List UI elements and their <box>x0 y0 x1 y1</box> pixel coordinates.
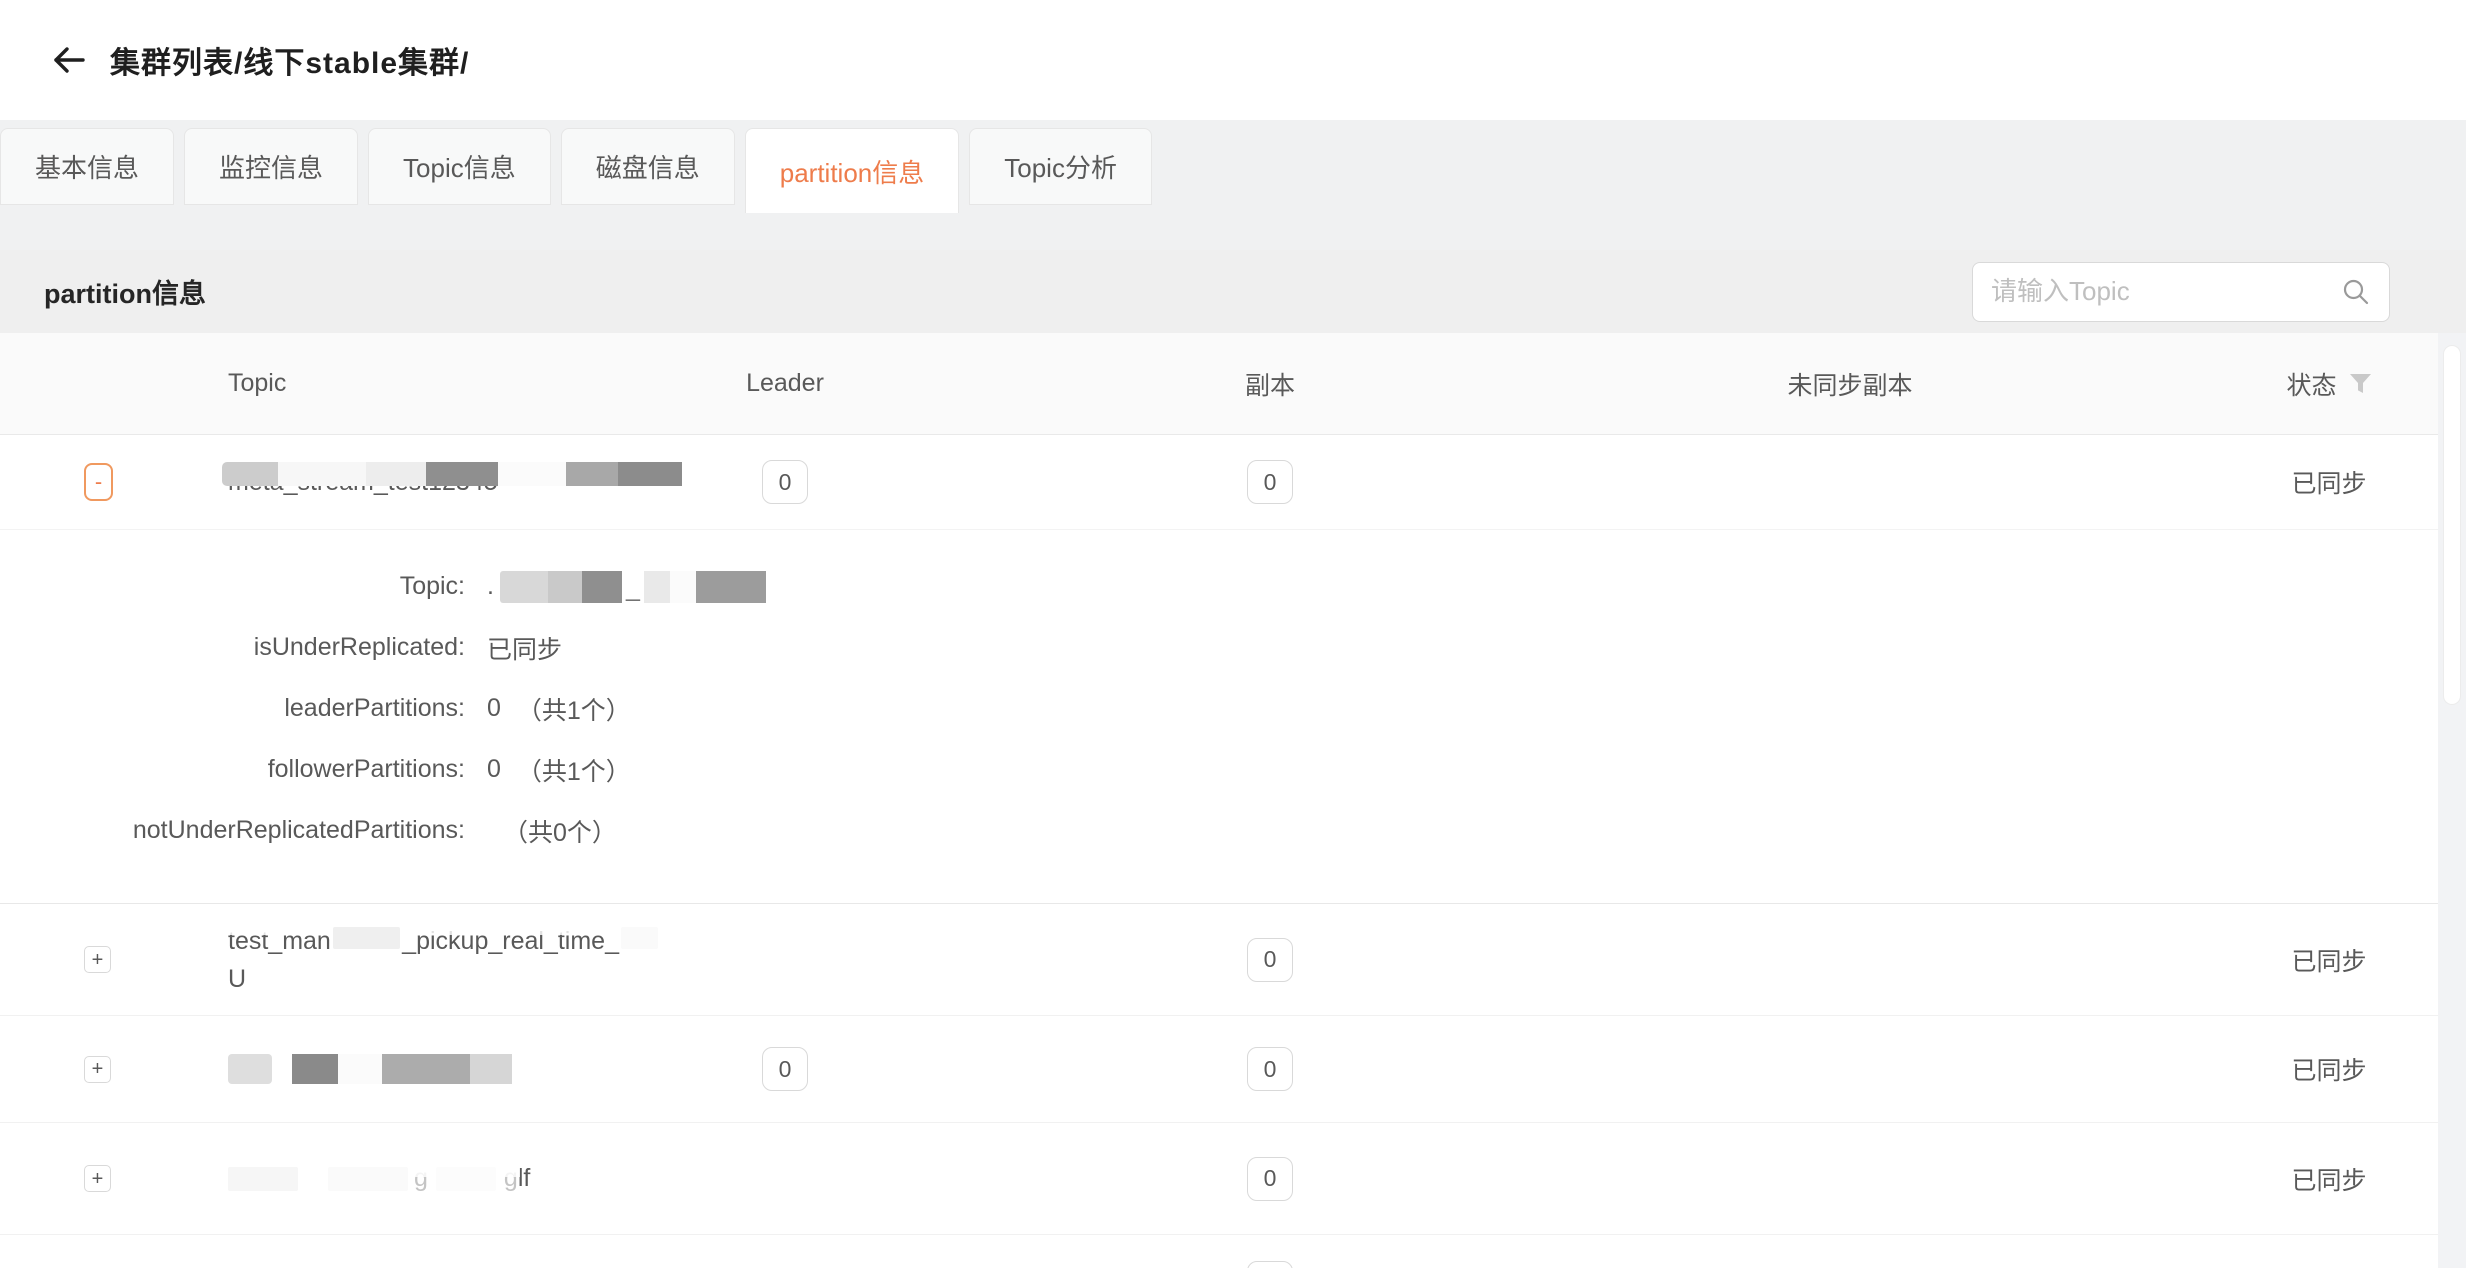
detail-label: followerPartitions: <box>0 755 465 784</box>
tab-topic-analysis[interactable]: Topic分析 <box>969 128 1152 205</box>
section-header: partition信息 <box>0 250 2466 333</box>
status-value: 已同步 <box>2291 464 2366 500</box>
topic-name-redacted: test_man _pickup_real_time_ U <box>228 922 660 998</box>
redaction-blocks: _ <box>500 571 766 603</box>
replica-count-badge: 0 <box>1247 460 1293 504</box>
redaction-blocks <box>222 462 682 486</box>
topic-search-box[interactable] <box>1972 262 2390 322</box>
detail-count: （共1个） <box>517 752 631 788</box>
detail-row-topic: Topic: . _ <box>0 556 2438 617</box>
expand-row-button[interactable]: + <box>84 946 111 973</box>
table-row-partial: 0 <box>0 1235 2438 1268</box>
expand-row-button[interactable]: + <box>84 1165 111 1192</box>
scrollbar-thumb[interactable] <box>2443 345 2461 705</box>
tab-bar: 基本信息 监控信息 Topic信息 磁盘信息 partition信息 Topic… <box>0 120 2466 250</box>
topic-name-redacted: g g lf <box>228 1164 660 1193</box>
leader-count-badge: 0 <box>762 1047 808 1091</box>
detail-label: leaderPartitions: <box>0 694 465 723</box>
header-leader: Leader <box>660 369 910 398</box>
page-title: 集群列表/线下stable集群/ <box>110 38 469 82</box>
partition-table: Topic Leader 副本 未同步副本 状态 - meta_stream_t… <box>0 333 2438 1268</box>
tab-topic-info[interactable]: Topic信息 <box>368 128 551 205</box>
status-filter-button[interactable] <box>2349 373 2372 394</box>
redaction-block <box>621 927 658 949</box>
underscore-fragment: _ <box>626 574 640 603</box>
arrow-left-icon <box>50 44 88 76</box>
table-row: + test_man _pickup_real_time_ U 0 已同步 <box>0 904 2438 1016</box>
status-value: 已同步 <box>2291 1161 2366 1197</box>
detail-value: 已同步 <box>487 630 562 666</box>
filter-funnel-icon <box>2349 373 2372 394</box>
table-header-row: Topic Leader 副本 未同步副本 状态 <box>0 333 2438 435</box>
search-icon[interactable] <box>2341 277 2371 307</box>
tab-disk-info[interactable]: 磁盘信息 <box>561 128 735 205</box>
detail-count: （共1个） <box>517 691 631 727</box>
tab-monitor-info[interactable]: 监控信息 <box>184 128 358 205</box>
header-unsynced-replica: 未同步副本 <box>1630 366 2070 402</box>
detail-row-notunderreplicatedpartitions: notUnderReplicatedPartitions: （共0个） <box>0 800 2438 861</box>
topic-search-input[interactable] <box>1991 276 2341 307</box>
detail-value: 0 <box>487 755 501 784</box>
status-value: 已同步 <box>2291 1051 2366 1087</box>
status-value: 已同步 <box>2291 942 2366 978</box>
section-title: partition信息 <box>44 272 206 311</box>
detail-row-leaderpartitions: leaderPartitions: 0 （共1个） <box>0 678 2438 739</box>
replica-count-badge: 0 <box>1247 1261 1293 1268</box>
detail-value: 0 <box>487 694 501 723</box>
expand-row-button[interactable]: + <box>84 1056 111 1083</box>
collapse-row-button[interactable]: - <box>84 463 113 501</box>
detail-row-followerpartitions: followerPartitions: 0 （共1个） <box>0 739 2438 800</box>
table-row: + g g lf 0 已同步 <box>0 1123 2438 1235</box>
detail-row-isunderreplicated: isUnderReplicated: 已同步 <box>0 617 2438 678</box>
header-replica: 副本 <box>910 366 1630 402</box>
topic-name-redacted <box>228 1054 660 1084</box>
redaction-block <box>333 927 400 949</box>
back-button[interactable] <box>46 37 92 83</box>
replica-count-badge: 0 <box>1247 938 1293 982</box>
detail-label: Topic: <box>0 572 465 601</box>
detail-label: isUnderReplicated: <box>0 633 465 662</box>
table-row: + 0 0 已同步 <box>0 1016 2438 1123</box>
detail-value-redacted: . _ <box>487 571 766 603</box>
expanded-detail-panel: Topic: . _ isUnderReplicated: 已同步 leader… <box>0 530 2438 904</box>
tab-basic-info[interactable]: 基本信息 <box>0 128 174 205</box>
header-status-label: 状态 <box>2286 366 2336 402</box>
detail-count: （共0个） <box>503 813 617 849</box>
detail-label: notUnderReplicatedPartitions: <box>0 816 465 845</box>
topic-name-redacted: meta_stream_test12345 <box>228 464 498 500</box>
replica-count-badge: 0 <box>1247 1047 1293 1091</box>
table-row: - meta_stream_test12345 0 0 已同步 <box>0 435 2438 530</box>
leader-count-badge: 0 <box>762 460 808 504</box>
header-status: 状态 <box>2070 366 2438 402</box>
app-header: 集群列表/线下stable集群/ <box>0 0 2466 120</box>
tab-partition-info[interactable]: partition信息 <box>745 128 960 213</box>
header-topic: Topic <box>170 369 660 398</box>
replica-count-badge: 0 <box>1247 1157 1293 1201</box>
page-right-gutter <box>2438 333 2466 1268</box>
